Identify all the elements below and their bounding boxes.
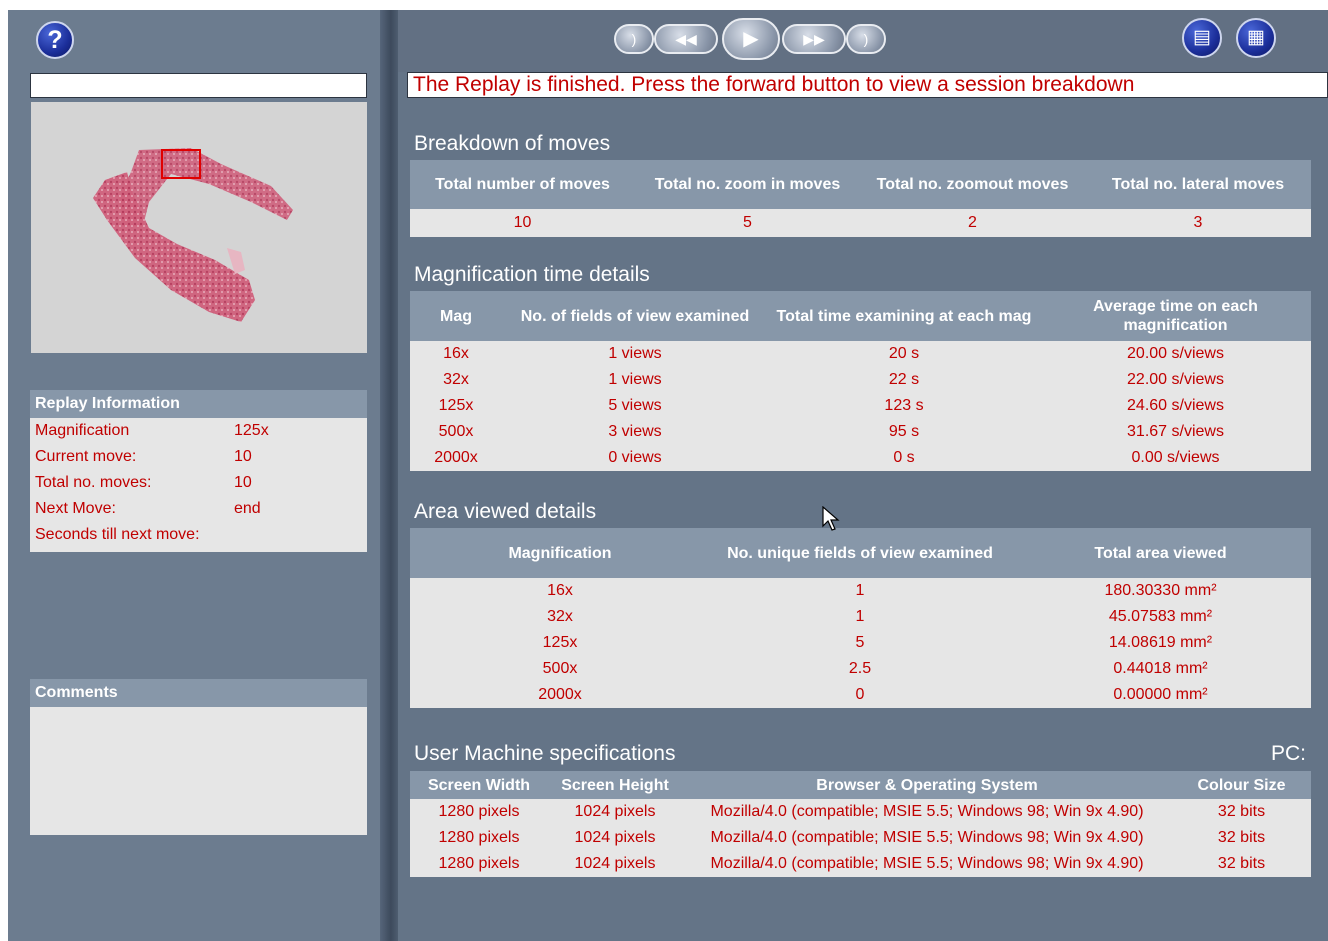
mag-title: Magnification time details	[414, 263, 650, 286]
status-message: The Replay is finished. Press the forwar…	[407, 72, 1328, 98]
column-header: Mag	[410, 291, 502, 341]
report-button[interactable]: ▤	[1182, 18, 1222, 58]
column-header: No. of fields of view examined	[502, 291, 768, 341]
table-row: 32x 1 views 22 s 22.00 s/views	[410, 367, 1311, 393]
column-header: Total no. zoom in moves	[635, 160, 860, 209]
last-icon: )	[863, 31, 869, 47]
area-title: Area viewed details	[414, 500, 597, 523]
column-header: Colour Size	[1172, 771, 1311, 799]
table-row: 2000x 0 views 0 s 0.00 s/views	[410, 445, 1311, 471]
first-button[interactable]: )	[614, 24, 654, 54]
rewind-icon: ◀◀	[675, 31, 697, 47]
machine-table: Screen Width Screen Height Browser & Ope…	[410, 771, 1311, 877]
column-header: No. unique fields of view examined	[710, 528, 1010, 578]
help-icon: ?	[47, 26, 63, 54]
column-header: Total area viewed	[1010, 528, 1311, 578]
replay-row: Current move: 10	[35, 448, 252, 465]
table-row: 125x 5 views 123 s 24.60 s/views	[410, 393, 1311, 419]
comments-box[interactable]	[30, 707, 367, 835]
column-header: Screen Height	[548, 771, 682, 799]
replay-row: Next Move: end	[35, 500, 261, 517]
rewind-button[interactable]: ◀◀	[654, 24, 718, 54]
table-row: 125x 5 14.08619 mm²	[410, 630, 1311, 656]
table-row: 500x 2.5 0.44018 mm²	[410, 656, 1311, 682]
column-header: Total number of moves	[410, 160, 635, 209]
comments-title: Comments	[30, 679, 367, 707]
column-header: Magnification	[410, 528, 710, 578]
moves-title: Breakdown of moves	[414, 132, 611, 155]
fast-forward-button[interactable]: ▶▶	[782, 24, 846, 54]
play-button[interactable]: ▶	[722, 18, 780, 60]
panel-divider	[380, 10, 398, 941]
table-row: 16x 1 views 20 s 20.00 s/views	[410, 341, 1311, 367]
last-button[interactable]: )	[846, 24, 886, 54]
first-icon: )	[631, 31, 637, 47]
table-row: 2000x 0 0.00000 mm²	[410, 682, 1311, 708]
replay-info-box: Magnification 125x Current move: 10 Total …	[30, 418, 367, 552]
play-icon: ▶	[743, 28, 759, 50]
replay-row: Total no. moves: 10	[35, 474, 252, 491]
column-header: Screen Width	[410, 771, 548, 799]
replay-info-title: Replay Information	[30, 390, 367, 418]
column-header: Total no. lateral moves	[1085, 160, 1311, 209]
column-header: Total no. zoomout moves	[860, 160, 1085, 209]
area-table: Magnification No. unique fields of view …	[410, 528, 1311, 708]
document-icon: ▤	[1193, 27, 1211, 48]
help-button[interactable]: ?	[36, 21, 74, 59]
column-header: Average time on each magnification	[1040, 291, 1311, 341]
table-row: 1280 pixels 1024 pixels Mozilla/4.0 (compa…	[410, 851, 1311, 877]
table-row: 16x 1 180.30330 mm²	[410, 578, 1311, 604]
location-input[interactable]	[30, 73, 367, 98]
tissue-image	[93, 148, 293, 322]
machine-title: User Machine specifications	[414, 742, 676, 765]
replay-row: Seconds till next move:	[35, 526, 200, 543]
pc-label: PC:	[1270, 742, 1306, 765]
replay-row: Magnification 125x	[35, 422, 269, 439]
mouse-pointer-icon	[822, 506, 840, 531]
fast-forward-icon: ▶▶	[803, 31, 825, 47]
table-row: 10 5 2 3	[410, 209, 1311, 237]
slide-thumbnail[interactable]	[31, 102, 367, 353]
column-header: Browser & Operating System	[682, 771, 1172, 799]
reports-button[interactable]: ▦	[1236, 18, 1276, 58]
column-header: Total time examining at each mag	[768, 291, 1040, 341]
moves-table: Total number of moves Total no. zoom in …	[410, 160, 1311, 237]
mag-table: Mag No. of fields of view examined Total…	[410, 291, 1311, 471]
table-row: 32x 1 45.07583 mm²	[410, 604, 1311, 630]
table-row: 500x 3 views 95 s 31.67 s/views	[410, 419, 1311, 445]
documents-icon: ▦	[1247, 27, 1265, 48]
table-row: 1280 pixels 1024 pixels Mozilla/4.0 (compa…	[410, 825, 1311, 851]
table-row: 1280 pixels 1024 pixels Mozilla/4.0 (compa…	[410, 799, 1311, 825]
